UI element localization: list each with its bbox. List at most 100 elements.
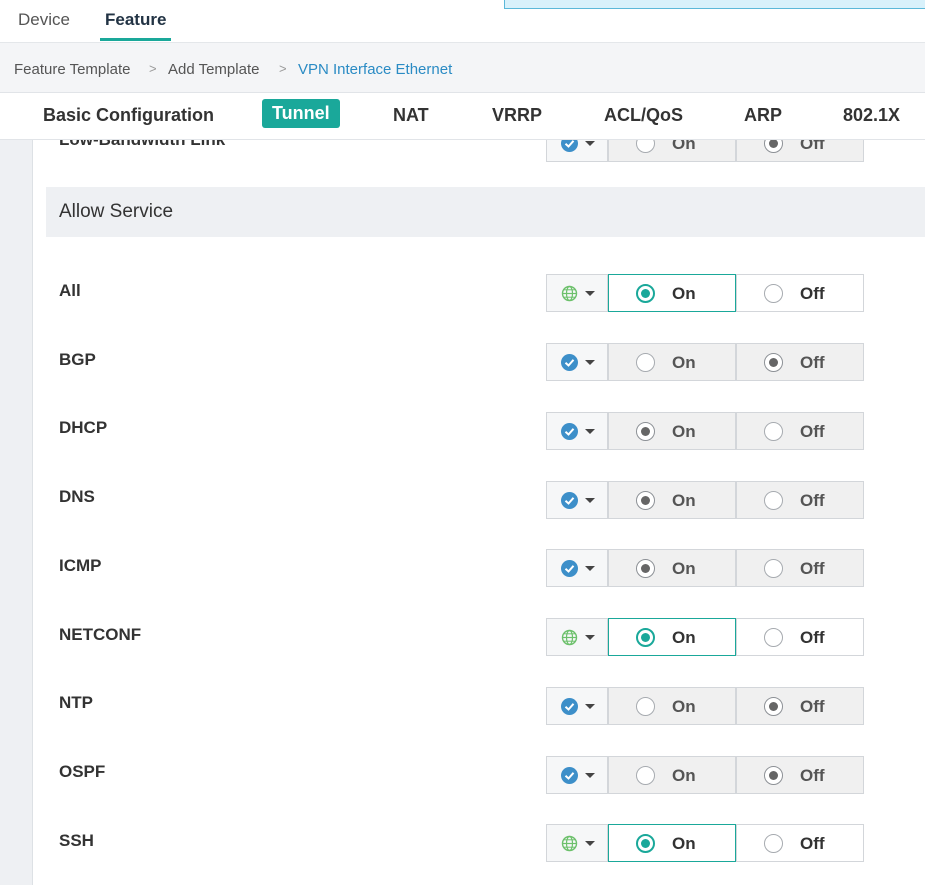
tab-arp[interactable]: ARP bbox=[744, 105, 782, 126]
tab-device[interactable]: Device bbox=[18, 10, 70, 38]
globe-icon bbox=[561, 285, 578, 302]
check-circle-icon bbox=[561, 698, 578, 715]
radio-circle bbox=[764, 559, 783, 578]
breadcrumb-feature-template[interactable]: Feature Template bbox=[14, 61, 130, 78]
radio-circle bbox=[764, 766, 783, 785]
radio-off-ntp[interactable]: Off bbox=[736, 687, 864, 725]
row-label-dns: DNS bbox=[59, 487, 95, 506]
notification-banner bbox=[504, 0, 925, 9]
row-label-ospf: OSPF bbox=[59, 762, 106, 781]
chevron-down-icon bbox=[585, 429, 595, 434]
breadcrumb-add-template[interactable]: Add Template bbox=[168, 61, 259, 78]
section-header-allow-service: Allow Service bbox=[46, 187, 925, 237]
radio-off-ssh[interactable]: Off bbox=[736, 824, 864, 862]
chevron-down-icon bbox=[585, 141, 595, 146]
globe-icon bbox=[561, 835, 578, 852]
row-label-netconf: NETCONF bbox=[59, 625, 142, 644]
radio-circle bbox=[764, 628, 783, 647]
row-label-all: All bbox=[59, 281, 81, 300]
section-title: Allow Service bbox=[59, 201, 174, 222]
radio-label: Off bbox=[800, 353, 825, 372]
tab-basic-configuration[interactable]: Basic Configuration bbox=[43, 105, 214, 126]
row-label-bgp: BGP bbox=[59, 350, 96, 369]
radio-label: On bbox=[672, 628, 696, 647]
tab-802-1x[interactable]: 802.1X bbox=[843, 105, 900, 126]
radio-label: Off bbox=[800, 284, 825, 303]
radio-circle bbox=[764, 834, 783, 853]
tab-tunnel[interactable]: Tunnel bbox=[262, 99, 340, 128]
row-label-ssh: SSH bbox=[59, 831, 94, 850]
radio-circle bbox=[636, 766, 655, 785]
radio-label: On bbox=[672, 834, 696, 853]
scope-dropdown-ssh[interactable] bbox=[546, 824, 608, 862]
radio-label: On bbox=[672, 284, 696, 303]
scope-dropdown-bgp[interactable] bbox=[546, 343, 608, 381]
radio-off-icmp[interactable]: Off bbox=[736, 549, 864, 587]
tab-nat[interactable]: NAT bbox=[393, 105, 429, 126]
radio-on-bgp[interactable]: On bbox=[608, 343, 736, 381]
radio-on-ospf[interactable]: On bbox=[608, 756, 736, 794]
radio-on-all[interactable]: On bbox=[608, 274, 736, 312]
chevron-down-icon bbox=[585, 498, 595, 503]
radio-circle bbox=[764, 697, 783, 716]
radio-on-icmp[interactable]: On bbox=[608, 549, 736, 587]
radio-on-dhcp[interactable]: On bbox=[608, 412, 736, 450]
radio-on-ntp[interactable]: On bbox=[608, 687, 736, 725]
scope-dropdown-netconf[interactable] bbox=[546, 618, 608, 656]
row-label-ntp: NTP bbox=[59, 693, 93, 712]
radio-label: Off bbox=[800, 766, 825, 785]
radio-label: On bbox=[672, 491, 696, 510]
chevron-down-icon bbox=[585, 635, 595, 640]
chevron-down-icon bbox=[585, 841, 595, 846]
breadcrumb-vpn-interface-ethernet: VPN Interface Ethernet bbox=[298, 61, 453, 78]
radio-label: On bbox=[672, 697, 696, 716]
check-circle-icon bbox=[561, 767, 578, 784]
radio-circle bbox=[764, 284, 783, 303]
radio-label: Off bbox=[800, 491, 825, 510]
section-tab-bar: Basic Configuration Tunnel NAT VRRP ACL/… bbox=[0, 93, 925, 140]
radio-on-dns[interactable]: On bbox=[608, 481, 736, 519]
radio-on-netconf[interactable]: On bbox=[608, 618, 736, 656]
radio-off-all[interactable]: Off bbox=[736, 274, 864, 312]
chevron-down-icon bbox=[585, 704, 595, 709]
radio-off-bgp[interactable]: Off bbox=[736, 343, 864, 381]
chevron-down-icon bbox=[585, 291, 595, 296]
tab-vrrp[interactable]: VRRP bbox=[492, 105, 542, 126]
check-circle-icon bbox=[561, 354, 578, 371]
radio-on-ssh[interactable]: On bbox=[608, 824, 736, 862]
radio-off-ospf[interactable]: Off bbox=[736, 756, 864, 794]
radio-label: Off bbox=[800, 559, 825, 578]
radio-label: On bbox=[672, 353, 696, 372]
radio-label: Off bbox=[800, 422, 825, 441]
radio-label: Off bbox=[800, 834, 825, 853]
breadcrumb-separator: > bbox=[279, 61, 287, 76]
check-circle-icon bbox=[561, 560, 578, 577]
radio-circle bbox=[636, 559, 655, 578]
row-label-icmp: ICMP bbox=[59, 556, 102, 575]
globe-icon bbox=[561, 629, 578, 646]
breadcrumb-separator: > bbox=[149, 61, 157, 76]
radio-off-dhcp[interactable]: Off bbox=[736, 412, 864, 450]
radio-circle bbox=[636, 422, 655, 441]
radio-circle bbox=[636, 284, 655, 303]
scope-dropdown-ospf[interactable] bbox=[546, 756, 608, 794]
radio-off-dns[interactable]: Off bbox=[736, 481, 864, 519]
radio-label: On bbox=[672, 559, 696, 578]
tab-acl-qos[interactable]: ACL/QoS bbox=[604, 105, 683, 126]
scope-dropdown-icmp[interactable] bbox=[546, 549, 608, 587]
chevron-down-icon bbox=[585, 773, 595, 778]
tab-feature[interactable]: Feature bbox=[100, 10, 172, 41]
radio-label: On bbox=[672, 422, 696, 441]
radio-circle bbox=[764, 422, 783, 441]
top-tab-bar: Device Feature bbox=[0, 0, 925, 43]
radio-label: Off bbox=[800, 628, 825, 647]
scope-dropdown-dns[interactable] bbox=[546, 481, 608, 519]
chevron-down-icon bbox=[585, 566, 595, 571]
scope-dropdown-all[interactable] bbox=[546, 274, 608, 312]
radio-circle bbox=[636, 834, 655, 853]
radio-off-netconf[interactable]: Off bbox=[736, 618, 864, 656]
radio-circle bbox=[764, 353, 783, 372]
left-rail bbox=[0, 140, 33, 885]
scope-dropdown-dhcp[interactable] bbox=[546, 412, 608, 450]
scope-dropdown-ntp[interactable] bbox=[546, 687, 608, 725]
